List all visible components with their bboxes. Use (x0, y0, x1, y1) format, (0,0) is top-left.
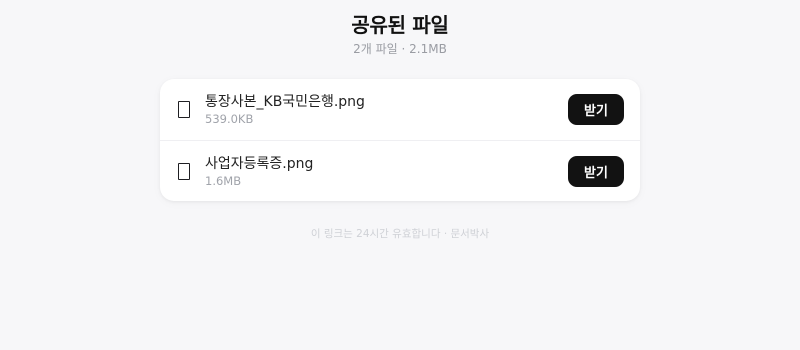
page: 공유된 파일 2개 파일 · 2.1MB 통장사본_KB국민은행.png 539… (160, 0, 640, 241)
file-icon (178, 101, 190, 118)
file-row: 사업자등록증.png 1.6MB 받기 (160, 140, 640, 201)
download-button[interactable]: 받기 (568, 155, 624, 187)
page-title: 공유된 파일 (351, 13, 449, 37)
file-meta: 통장사본_KB국민은행.png 539.0KB (205, 93, 568, 126)
file-icon (178, 162, 190, 180)
download-button[interactable]: 받기 (568, 94, 624, 125)
file-size: 1.6MB (205, 173, 242, 188)
page-subtitle: 2개 파일 · 2.1MB (353, 42, 447, 56)
header: 공유된 파일 2개 파일 · 2.1MB (160, 12, 640, 57)
footer-note: 이 링크는 24시간 유효합니다 · 문서박사 (310, 228, 490, 240)
file-name: 통장사본_KB국민은행.png (205, 94, 365, 110)
file-name: 사업자등록증.png (205, 155, 314, 172)
file-list: 통장사본_KB국민은행.png 539.0KB 받기 사업자등록증.png 1.… (160, 79, 640, 201)
file-meta: 사업자등록증.png 1.6MB (205, 155, 568, 188)
file-size: 539.0KB (205, 112, 254, 126)
file-row: 통장사본_KB국민은행.png 539.0KB 받기 (160, 79, 640, 140)
